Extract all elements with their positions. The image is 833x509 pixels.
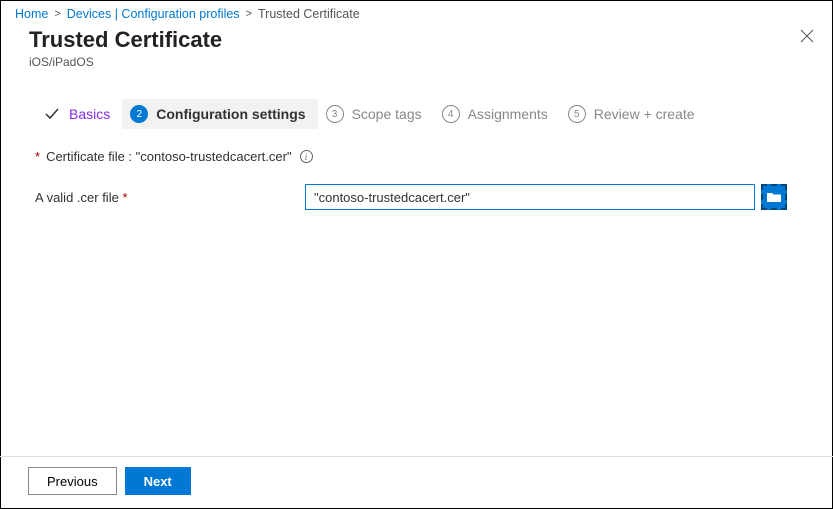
step-label: Assignments — [468, 106, 548, 122]
cer-file-label: A valid .cer file * — [35, 190, 305, 205]
breadcrumb-current: Trusted Certificate — [258, 7, 360, 21]
step-label: Scope tags — [352, 106, 422, 122]
certificate-file-summary: * Certificate file : "contoso-trustedcac… — [35, 149, 804, 164]
content-area: * Certificate file : "contoso-trustedcac… — [1, 135, 832, 210]
breadcrumb-home[interactable]: Home — [15, 7, 48, 21]
cert-file-label: Certificate file : "contoso-trustedcacer… — [46, 149, 292, 164]
browse-file-button[interactable] — [761, 184, 787, 210]
breadcrumb: Home > Devices | Configuration profiles … — [1, 1, 832, 23]
step-review-create[interactable]: 5 Review + create — [560, 99, 707, 129]
step-label: Review + create — [594, 106, 695, 122]
page-title: Trusted Certificate — [29, 27, 818, 53]
step-configuration-settings[interactable]: 2 Configuration settings — [122, 99, 317, 129]
cer-file-field-row: A valid .cer file * — [35, 184, 804, 210]
previous-button[interactable]: Previous — [28, 467, 117, 495]
step-scope-tags[interactable]: 3 Scope tags — [318, 99, 434, 129]
wizard-footer: Previous Next — [0, 456, 833, 509]
step-number-icon: 3 — [326, 105, 344, 123]
chevron-right-icon: > — [246, 8, 252, 20]
step-label: Configuration settings — [156, 106, 305, 122]
chevron-right-icon: > — [54, 8, 60, 20]
close-icon — [800, 29, 814, 43]
info-icon[interactable]: i — [300, 150, 313, 163]
close-button[interactable] — [800, 29, 818, 47]
step-basics[interactable]: Basics — [35, 99, 122, 129]
step-label: Basics — [69, 106, 110, 122]
step-number-icon: 2 — [130, 105, 148, 123]
cer-file-input[interactable] — [305, 184, 755, 210]
step-number-icon: 4 — [442, 105, 460, 123]
wizard-steps: Basics 2 Configuration settings 3 Scope … — [1, 81, 832, 135]
page-subtitle: iOS/iPadOS — [29, 55, 818, 69]
required-marker: * — [122, 190, 127, 205]
required-marker: * — [35, 149, 40, 164]
next-button[interactable]: Next — [125, 467, 191, 495]
check-icon — [43, 105, 61, 123]
step-number-icon: 5 — [568, 105, 586, 123]
breadcrumb-devices[interactable]: Devices | Configuration profiles — [67, 7, 240, 21]
page-header: Trusted Certificate iOS/iPadOS — [1, 23, 832, 81]
folder-icon — [766, 191, 782, 203]
step-assignments[interactable]: 4 Assignments — [434, 99, 560, 129]
